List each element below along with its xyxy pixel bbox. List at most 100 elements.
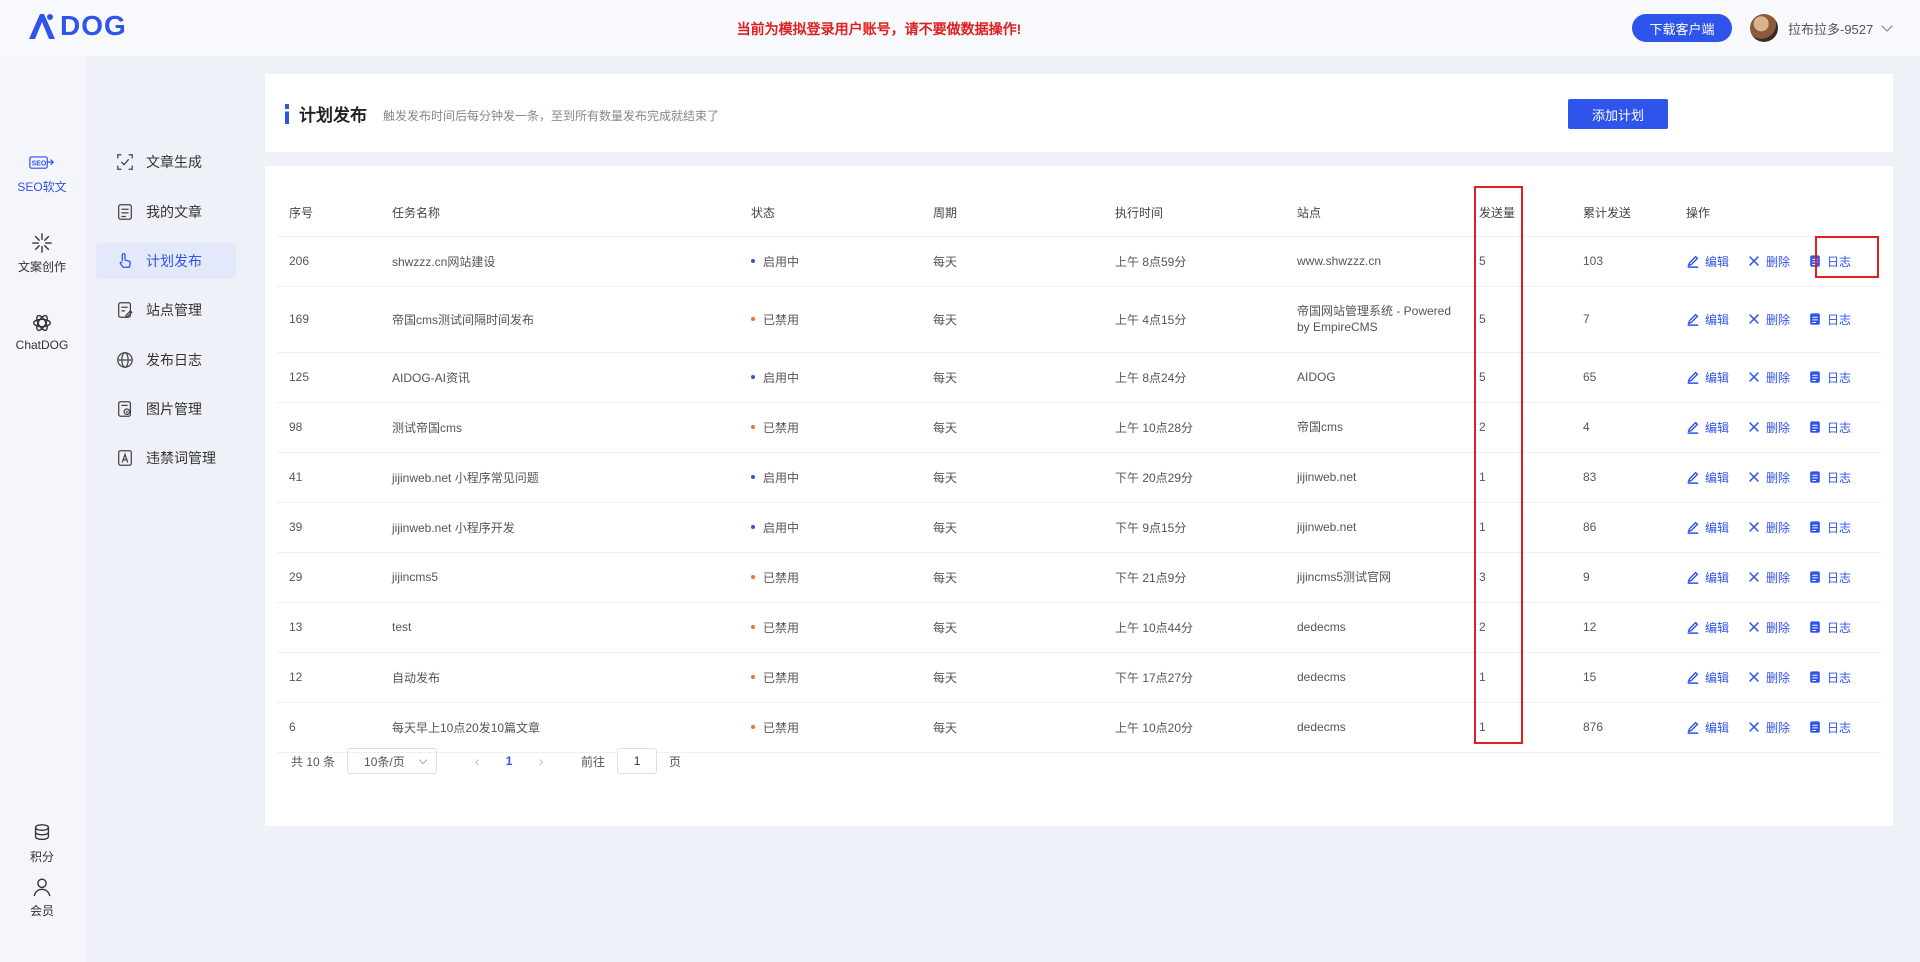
- cell-status: 启用中: [739, 502, 921, 553]
- page-size-select[interactable]: 10条/页: [347, 748, 438, 774]
- delete-button[interactable]: 删除: [1747, 669, 1790, 686]
- log-label: 日志: [1827, 420, 1852, 435]
- delete-button[interactable]: 删除: [1747, 519, 1790, 536]
- nav-item-article-generate[interactable]: 文章生成: [96, 144, 236, 180]
- edit-label: 编辑: [1705, 720, 1730, 735]
- log-button[interactable]: 日志: [1808, 369, 1851, 386]
- nav-item-my-articles[interactable]: 我的文章: [96, 194, 236, 230]
- cell-name: 测试帝国cms: [380, 402, 739, 453]
- edit-button[interactable]: 编辑: [1686, 569, 1729, 586]
- log-button[interactable]: 日志: [1808, 469, 1851, 486]
- delete-button[interactable]: 删除: [1747, 719, 1790, 736]
- rail-item-seo[interactable]: SEO SEO软文: [0, 152, 84, 195]
- log-button[interactable]: 日志: [1808, 419, 1851, 436]
- edit-label: 编辑: [1705, 370, 1730, 385]
- cell-site: 帝国网站管理系统 - Powered by EmpireCMS: [1285, 286, 1467, 353]
- edit-label: 编辑: [1705, 620, 1730, 635]
- edit-button[interactable]: 编辑: [1686, 469, 1729, 486]
- nav-item-image-manage[interactable]: 图片管理: [96, 391, 236, 427]
- cell-count: 1: [1467, 702, 1571, 753]
- avatar[interactable]: [1750, 14, 1778, 42]
- page-number-current[interactable]: 1: [499, 754, 519, 768]
- delete-button[interactable]: 删除: [1747, 311, 1790, 328]
- cell-actions: 编辑 删除 日志: [1674, 602, 1881, 653]
- edit-button[interactable]: 编辑: [1686, 519, 1729, 536]
- edit-icon: [1687, 371, 1699, 384]
- cell-name: AIDOG-AI资讯: [380, 352, 739, 403]
- delete-label: 删除: [1766, 254, 1791, 269]
- log-doc-icon: [1810, 721, 1820, 733]
- rail-item-copy[interactable]: 文案创作: [0, 232, 84, 275]
- edit-label: 编辑: [1705, 670, 1730, 685]
- cell-cycle: 每天: [921, 502, 1103, 553]
- nav-item-site-manage[interactable]: 站点管理: [96, 292, 236, 328]
- image-file-icon: [118, 401, 132, 417]
- goto-page-input[interactable]: [617, 748, 658, 774]
- download-client-button[interactable]: 下载客户端: [1632, 14, 1732, 42]
- cell-cycle: 每天: [921, 402, 1103, 453]
- cell-status: 已禁用: [739, 702, 921, 753]
- log-button[interactable]: 日志: [1808, 311, 1851, 328]
- cell-name: jijincms5: [380, 552, 739, 603]
- log-button[interactable]: 日志: [1808, 669, 1851, 686]
- status-dot-icon: [751, 425, 755, 429]
- col-header-actions: 操作: [1674, 190, 1881, 237]
- edit-button[interactable]: 编辑: [1686, 253, 1729, 270]
- cell-id: 98: [277, 402, 380, 453]
- status-text: 已禁用: [763, 670, 800, 685]
- edit-button[interactable]: 编辑: [1686, 669, 1729, 686]
- rail-item-member[interactable]: 会员: [0, 876, 84, 919]
- nav-item-scheduled-publish[interactable]: 计划发布: [96, 243, 236, 279]
- cell-time: 上午 10点20分: [1103, 702, 1285, 753]
- cell-name: 帝国cms测试间隔时间发布: [380, 286, 739, 353]
- nav-label: 图片管理: [146, 401, 202, 417]
- cell-time: 上午 10点44分: [1103, 602, 1285, 653]
- edit-button[interactable]: 编辑: [1686, 619, 1729, 636]
- cell-count: 1: [1467, 652, 1571, 703]
- log-button[interactable]: 日志: [1808, 619, 1851, 636]
- status-dot-icon: [751, 675, 755, 679]
- log-button[interactable]: 日志: [1808, 719, 1851, 736]
- delete-button[interactable]: 删除: [1747, 369, 1790, 386]
- status-dot-icon: [751, 317, 755, 321]
- cell-status: 已禁用: [739, 552, 921, 603]
- delete-button[interactable]: 删除: [1747, 419, 1790, 436]
- edit-button[interactable]: 编辑: [1686, 719, 1729, 736]
- cell-count: 2: [1467, 602, 1571, 653]
- cell-status: 已禁用: [739, 602, 921, 653]
- cell-name: 每天早上10点20发10篇文章: [380, 702, 739, 753]
- top-header: DOG 当前为模拟登录用户账号，请不要做数据操作! 下载客户端 拉布拉多-952…: [0, 0, 1920, 56]
- cell-total: 12: [1571, 602, 1674, 653]
- log-doc-icon: [1810, 421, 1820, 433]
- add-plan-button[interactable]: 添加计划: [1568, 99, 1668, 129]
- cell-name: jijinweb.net 小程序常见问题: [380, 452, 739, 503]
- log-button[interactable]: 日志: [1808, 519, 1851, 536]
- delete-button[interactable]: 删除: [1747, 569, 1790, 586]
- log-label: 日志: [1827, 370, 1852, 385]
- nav-item-forbidden-words[interactable]: 违禁词管理: [96, 440, 236, 476]
- edit-button[interactable]: 编辑: [1686, 311, 1729, 328]
- chevron-down-icon: [418, 755, 428, 764]
- user-menu[interactable]: 拉布拉多-9527: [1750, 14, 1893, 42]
- rail-item-chat[interactable]: ChatDOG: [0, 312, 84, 352]
- edit-button[interactable]: 编辑: [1686, 419, 1729, 436]
- log-button[interactable]: 日志: [1808, 253, 1851, 270]
- delete-button[interactable]: 删除: [1747, 253, 1790, 270]
- edit-icon: [1687, 671, 1699, 684]
- rail-item-points[interactable]: 积分: [0, 822, 84, 865]
- nav-item-publish-log[interactable]: 发布日志: [96, 342, 236, 378]
- delete-button[interactable]: 删除: [1747, 619, 1790, 636]
- nav-label: 站点管理: [146, 302, 202, 318]
- log-button[interactable]: 日志: [1808, 569, 1851, 586]
- cell-site: dedecms: [1285, 702, 1467, 753]
- log-label: 日志: [1827, 312, 1852, 327]
- cell-cycle: 每天: [921, 236, 1103, 287]
- edit-doc-icon: [118, 302, 133, 318]
- status-dot-icon: [751, 575, 755, 579]
- edit-button[interactable]: 编辑: [1686, 369, 1729, 386]
- delete-button[interactable]: 删除: [1747, 469, 1790, 486]
- log-doc-icon: [1810, 471, 1820, 483]
- prev-page-icon[interactable]: ‹: [467, 753, 487, 769]
- table-row: 41 jijinweb.net 小程序常见问题 启用中 每天 下午 20点29分 jiji…: [277, 452, 1881, 503]
- next-page-icon[interactable]: ›: [531, 753, 551, 769]
